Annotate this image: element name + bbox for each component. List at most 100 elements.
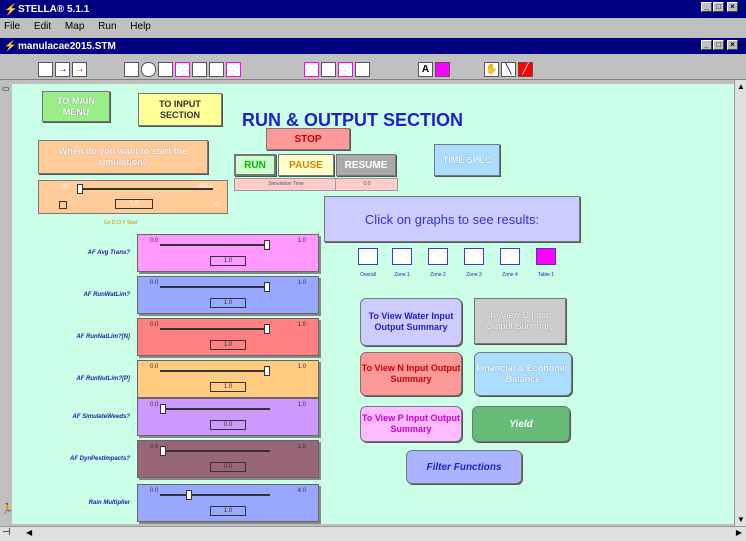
start-slider-min: 10 xyxy=(61,184,68,190)
text-tool-icon[interactable]: A xyxy=(418,61,433,77)
table1-table-icon[interactable] xyxy=(536,248,556,265)
slider-min: 0.0 xyxy=(150,364,159,370)
run-button[interactable]: RUN xyxy=(234,154,276,176)
connector-tool-icon[interactable]: → xyxy=(72,61,87,77)
slider-knob[interactable] xyxy=(160,404,166,414)
slider-knob[interactable] xyxy=(264,324,270,334)
table-output-icon[interactable] xyxy=(321,61,336,77)
doc-close-icon[interactable]: × xyxy=(727,40,738,50)
graph-label: Overall xyxy=(360,272,376,278)
parameter-slider[interactable]: 0.0 1.0 0.0 xyxy=(137,398,319,436)
chart-tool-icon[interactable] xyxy=(304,61,319,77)
menu-map[interactable]: Map xyxy=(65,21,84,32)
scroll-down-icon[interactable]: ▼ xyxy=(737,515,745,524)
overall-graph-icon[interactable] xyxy=(358,248,378,265)
parameter-slider[interactable]: 0.0 1.0 1.0 xyxy=(137,234,319,272)
parameter-slider[interactable]: 0.0 4.0 1.0 xyxy=(137,484,319,522)
scroll-up-icon[interactable]: ▲ xyxy=(737,82,745,91)
document-title-bar: ⚡ manulacae2015.STM _ □ × xyxy=(0,38,746,54)
graphical-input-icon[interactable] xyxy=(226,61,241,77)
water-summary-button[interactable]: To View Water Input Output Summary xyxy=(360,298,462,346)
slider-max: 1.0 xyxy=(297,238,306,244)
time-spec-button[interactable]: TIME SPEC xyxy=(434,144,500,176)
button-tool-icon[interactable] xyxy=(124,61,139,77)
slider-track xyxy=(160,446,270,456)
yield-button[interactable]: Yield xyxy=(472,406,570,442)
slider-track xyxy=(160,366,270,376)
parameter-slider[interactable]: 0.0 1.0 1.0 xyxy=(137,276,319,314)
vertical-scrollbar[interactable]: ▲ ▼ xyxy=(734,80,746,526)
menu-file[interactable]: File xyxy=(4,21,20,32)
doc-maximize-icon[interactable]: □ xyxy=(713,40,724,50)
pause-button[interactable]: PAUSE xyxy=(278,154,334,176)
minimize-icon[interactable]: _ xyxy=(701,2,712,12)
slider-value: 1.0 xyxy=(210,506,246,516)
slider-value: 1.0 xyxy=(210,256,246,266)
slider-knob[interactable] xyxy=(160,446,166,456)
paintbrush-tool-icon[interactable]: ╲ xyxy=(501,61,516,77)
slider-value: 1.0 xyxy=(210,340,246,350)
scroll-right-icon[interactable]: ▶ xyxy=(736,528,742,537)
stock-tool-icon[interactable] xyxy=(38,61,53,77)
lightning-icon: ⚡ xyxy=(4,3,18,16)
flow-tool-icon[interactable]: → xyxy=(55,61,70,77)
maximize-icon[interactable]: □ xyxy=(713,2,724,12)
doc-minimize-icon[interactable]: _ xyxy=(701,40,712,50)
slider-min: 0.0 xyxy=(150,402,159,408)
start-slider-checkbox[interactable] xyxy=(59,201,67,209)
parameter-slider[interactable]: 0.0 1.0 1.0 xyxy=(137,318,319,356)
slider-value: 1.0 xyxy=(210,382,246,392)
slider-value: 0.0 xyxy=(210,420,246,430)
graph-tool-icon[interactable] xyxy=(175,61,190,77)
gauge-tool-icon[interactable] xyxy=(192,61,207,77)
dynamite-tool-icon[interactable]: ╱ xyxy=(518,61,533,77)
app-title-bar: ⚡ STELLA® 5.1.1 _ □ × xyxy=(0,0,746,18)
zone1-graph-icon[interactable] xyxy=(392,248,412,265)
zone2-graph-icon[interactable] xyxy=(428,248,448,265)
n-summary-button[interactable]: To View N Input Output Summary xyxy=(360,352,462,396)
navigation-arrow-icon[interactable]: ▭ xyxy=(2,84,10,93)
filter-functions-button[interactable]: Filter Functions xyxy=(406,450,522,484)
c-summary-button[interactable]: To View C Input Output Summary xyxy=(474,298,566,344)
to-main-menu-button[interactable]: TO MAIN MENU xyxy=(42,91,110,122)
zone4-graph-icon[interactable] xyxy=(500,248,520,265)
numeric-display-icon[interactable] xyxy=(355,61,370,77)
toolbar: → → A ✋ ╲ ╱ xyxy=(0,56,746,80)
start-slider-knob[interactable] xyxy=(77,184,83,194)
picture-tool-icon[interactable] xyxy=(435,61,450,77)
slider-max: 4.0 xyxy=(297,488,306,494)
meter-tool-icon[interactable] xyxy=(338,61,353,77)
slider-min: 0.0 xyxy=(150,238,159,244)
close-icon[interactable]: × xyxy=(727,2,738,12)
slider-tool-icon[interactable] xyxy=(158,61,173,77)
table-tool-icon[interactable] xyxy=(209,61,224,77)
start-slider-track xyxy=(77,184,213,194)
sim-time-value: 0.0 xyxy=(363,181,371,187)
slider-knob[interactable] xyxy=(186,490,192,500)
menu-run[interactable]: Run xyxy=(98,21,116,32)
slider-track xyxy=(160,282,270,292)
financial-balance-button[interactable]: Financial & Economic Balance xyxy=(474,352,572,396)
slider-knob[interactable] xyxy=(264,282,270,292)
resume-button[interactable]: RESUME xyxy=(336,154,396,176)
slider-value: 0.0 xyxy=(210,462,246,472)
p-summary-button[interactable]: To View P Input Output Summary xyxy=(360,406,462,442)
slider-label: AF RunNutLim?[P] xyxy=(76,376,130,382)
slider-knob[interactable] xyxy=(264,366,270,376)
menu-help[interactable]: Help xyxy=(130,21,151,32)
start-slider-reset-icon[interactable]: ▿ xyxy=(214,199,219,210)
start-day-slider[interactable]: 10 365.0 1.0 ▿ xyxy=(38,180,228,214)
oval-tool-icon[interactable] xyxy=(141,61,156,77)
zoom-icon[interactable]: ⊣ xyxy=(2,527,11,538)
horizontal-scrollbar[interactable]: ⊣ ◀ ▶ xyxy=(0,526,746,541)
hand-tool-icon[interactable]: ✋ xyxy=(484,61,499,77)
zone3-graph-icon[interactable] xyxy=(464,248,484,265)
slider-knob[interactable] xyxy=(264,240,270,250)
menu-edit[interactable]: Edit xyxy=(34,21,51,32)
slider-max: 1.0 xyxy=(297,280,306,286)
scroll-left-icon[interactable]: ◀ xyxy=(26,528,32,537)
parameter-slider[interactable]: 0.0 1.0 0.0 xyxy=(137,440,319,478)
to-input-section-button[interactable]: TO INPUT SECTION xyxy=(138,93,222,126)
stop-button[interactable]: STOP xyxy=(266,128,350,150)
parameter-slider[interactable]: 0.0 1.0 1.0 xyxy=(137,360,319,398)
